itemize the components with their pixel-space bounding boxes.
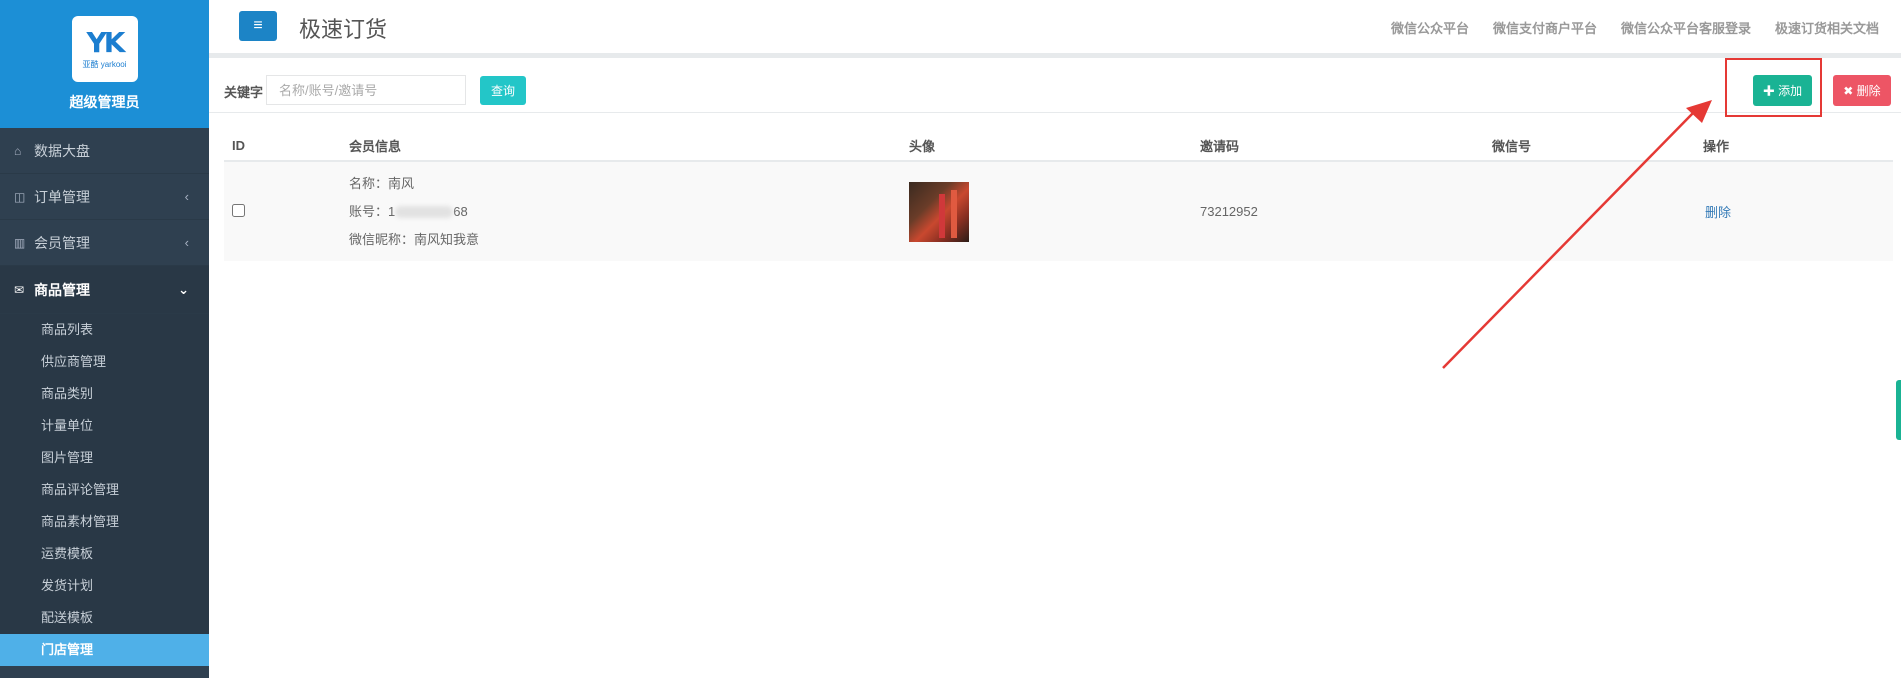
products-submenu: 商品列表 供应商管理 商品类别 计量单位 图片管理 商品评论管理 商品素材管理 … [0,314,209,666]
keyword-label: 关键字 [224,85,264,100]
logo-subtitle: 亚酷 yarkooi [82,59,127,69]
sidebar-item-label: 会员管理 [34,234,90,251]
member-nickname: 微信昵称：南风知我意 [349,231,480,247]
column-header-member-info[interactable]: 会员信息 [341,130,901,162]
link-wechat-pay-merchant[interactable]: 微信支付商户平台 [1493,18,1597,37]
actions-cell: 删除 [1695,161,1893,261]
submenu-item-reviews[interactable]: 商品评论管理 [0,474,209,506]
column-header-wechat[interactable]: 微信号 [1484,130,1695,162]
side-edge-tab[interactable] [1896,380,1901,440]
bar-chart-icon: ▥ [14,235,26,250]
table-header-row: ID 会员信息 头像 邀请码 微信号 操作 [224,130,1893,162]
link-docs[interactable]: 极速订货相关文档 [1775,18,1879,37]
search-input[interactable] [266,75,466,105]
column-header-invite-code[interactable]: 邀请码 [1192,130,1484,162]
columns-icon: ◫ [14,189,26,204]
link-wechat-platform[interactable]: 微信公众平台 [1391,18,1469,37]
delete-button[interactable]: ✖ 删除 [1833,75,1891,106]
toolbar: 关键字 查询 ✚ 添加 ✖ 删除 [209,58,1901,117]
sidebar-header: YK 亚酷 yarkooi 超级管理员 [0,0,209,128]
redacted-account [395,206,454,219]
home-icon: ⌂ [14,143,22,158]
sidebar-item-label: 商品管理 [34,281,90,298]
query-button[interactable]: 查询 [480,76,526,105]
submenu-item-images[interactable]: 图片管理 [0,442,209,474]
submenu-item-stores[interactable]: 门店管理 [0,634,209,666]
chevron-left-icon: ‹ [184,189,189,204]
user-role[interactable]: 超级管理员 [0,92,209,112]
account-prefix: 账号：1 [349,203,396,219]
top-header: ≡ 极速订货 微信公众平台 微信支付商户平台 微信公众平台客服登录 极速订货相关… [209,0,1901,58]
sidebar: YK 亚酷 yarkooi 超级管理员 ⌂ 数据大盘 ◫ 订单管理 ‹ ▥ 会员… [0,0,209,678]
app-root: YK 亚酷 yarkooi 超级管理员 ⌂ 数据大盘 ◫ 订单管理 ‹ ▥ 会员… [0,0,1901,678]
page-title: 极速订货 [299,17,388,42]
link-wechat-support-login[interactable]: 微信公众平台客服登录 [1621,18,1751,37]
brand-logo[interactable]: YK 亚酷 yarkooi [71,16,138,82]
submenu-item-product-list[interactable]: 商品列表 [0,314,209,346]
add-button[interactable]: ✚ 添加 [1753,75,1812,106]
top-links: 微信公众平台 微信支付商户平台 微信公众平台客服登录 极速订货相关文档 [1391,18,1901,37]
member-name: 名称：南风 [349,175,415,191]
row-select-cell [224,161,341,261]
sidebar-item-dashboard[interactable]: ⌂ 数据大盘 [0,128,209,174]
submenu-item-units[interactable]: 计量单位 [0,410,209,442]
chevron-left-icon: ‹ [184,235,189,250]
menu-toggle-button[interactable]: ≡ [239,11,277,41]
submenu-item-delivery-plan[interactable]: 发货计划 [0,570,209,602]
column-header-actions[interactable]: 操作 [1695,130,1893,162]
wechat-cell [1484,161,1695,261]
column-header-id[interactable]: ID [224,130,341,162]
submenu-item-suppliers[interactable]: 供应商管理 [0,346,209,378]
sidebar-item-label: 数据大盘 [34,142,90,159]
sidebar-item-members[interactable]: ▥ 会员管理 ‹ [0,220,209,266]
sidebar-item-label: 订单管理 [34,188,90,205]
members-table: ID 会员信息 头像 邀请码 微信号 操作 名称：南风 账号：1 68 微信昵称… [224,130,1893,261]
envelope-icon: ✉ [14,282,25,297]
sidebar-item-products[interactable]: ✉ 商品管理 ⌄ [0,266,209,314]
row-delete-link[interactable]: 删除 [1705,205,1731,220]
chevron-down-icon: ⌄ [178,281,189,297]
submenu-item-shipping-templates[interactable]: 运费模板 [0,538,209,570]
invite-code-cell: 73212952 [1192,161,1484,261]
account-suffix: 68 [453,203,468,219]
table-row: 名称：南风 账号：1 68 微信昵称：南风知我意 73212952 删除 [224,161,1893,261]
submenu-item-distribution-templates[interactable]: 配送模板 [0,602,209,634]
avatar[interactable] [909,181,969,242]
main-content: 关键字 查询 ✚ 添加 ✖ 删除 ID 会员信息 头像 邀请码 微信号 操作 [209,58,1901,678]
sidebar-item-orders[interactable]: ◫ 订单管理 ‹ [0,174,209,220]
sidebar-menu: ⌂ 数据大盘 ◫ 订单管理 ‹ ▥ 会员管理 ‹ ✉ 商品管理 ⌄ [0,128,209,314]
row-checkbox[interactable] [232,203,245,217]
member-info-cell: 名称：南风 账号：1 68 微信昵称：南风知我意 [341,161,901,261]
submenu-item-materials[interactable]: 商品素材管理 [0,506,209,538]
submenu-item-categories[interactable]: 商品类别 [0,378,209,410]
logo-mark: YK [86,25,126,59]
avatar-cell [901,161,1192,261]
member-account: 账号：1 68 [349,198,901,226]
column-header-avatar[interactable]: 头像 [901,130,1192,162]
